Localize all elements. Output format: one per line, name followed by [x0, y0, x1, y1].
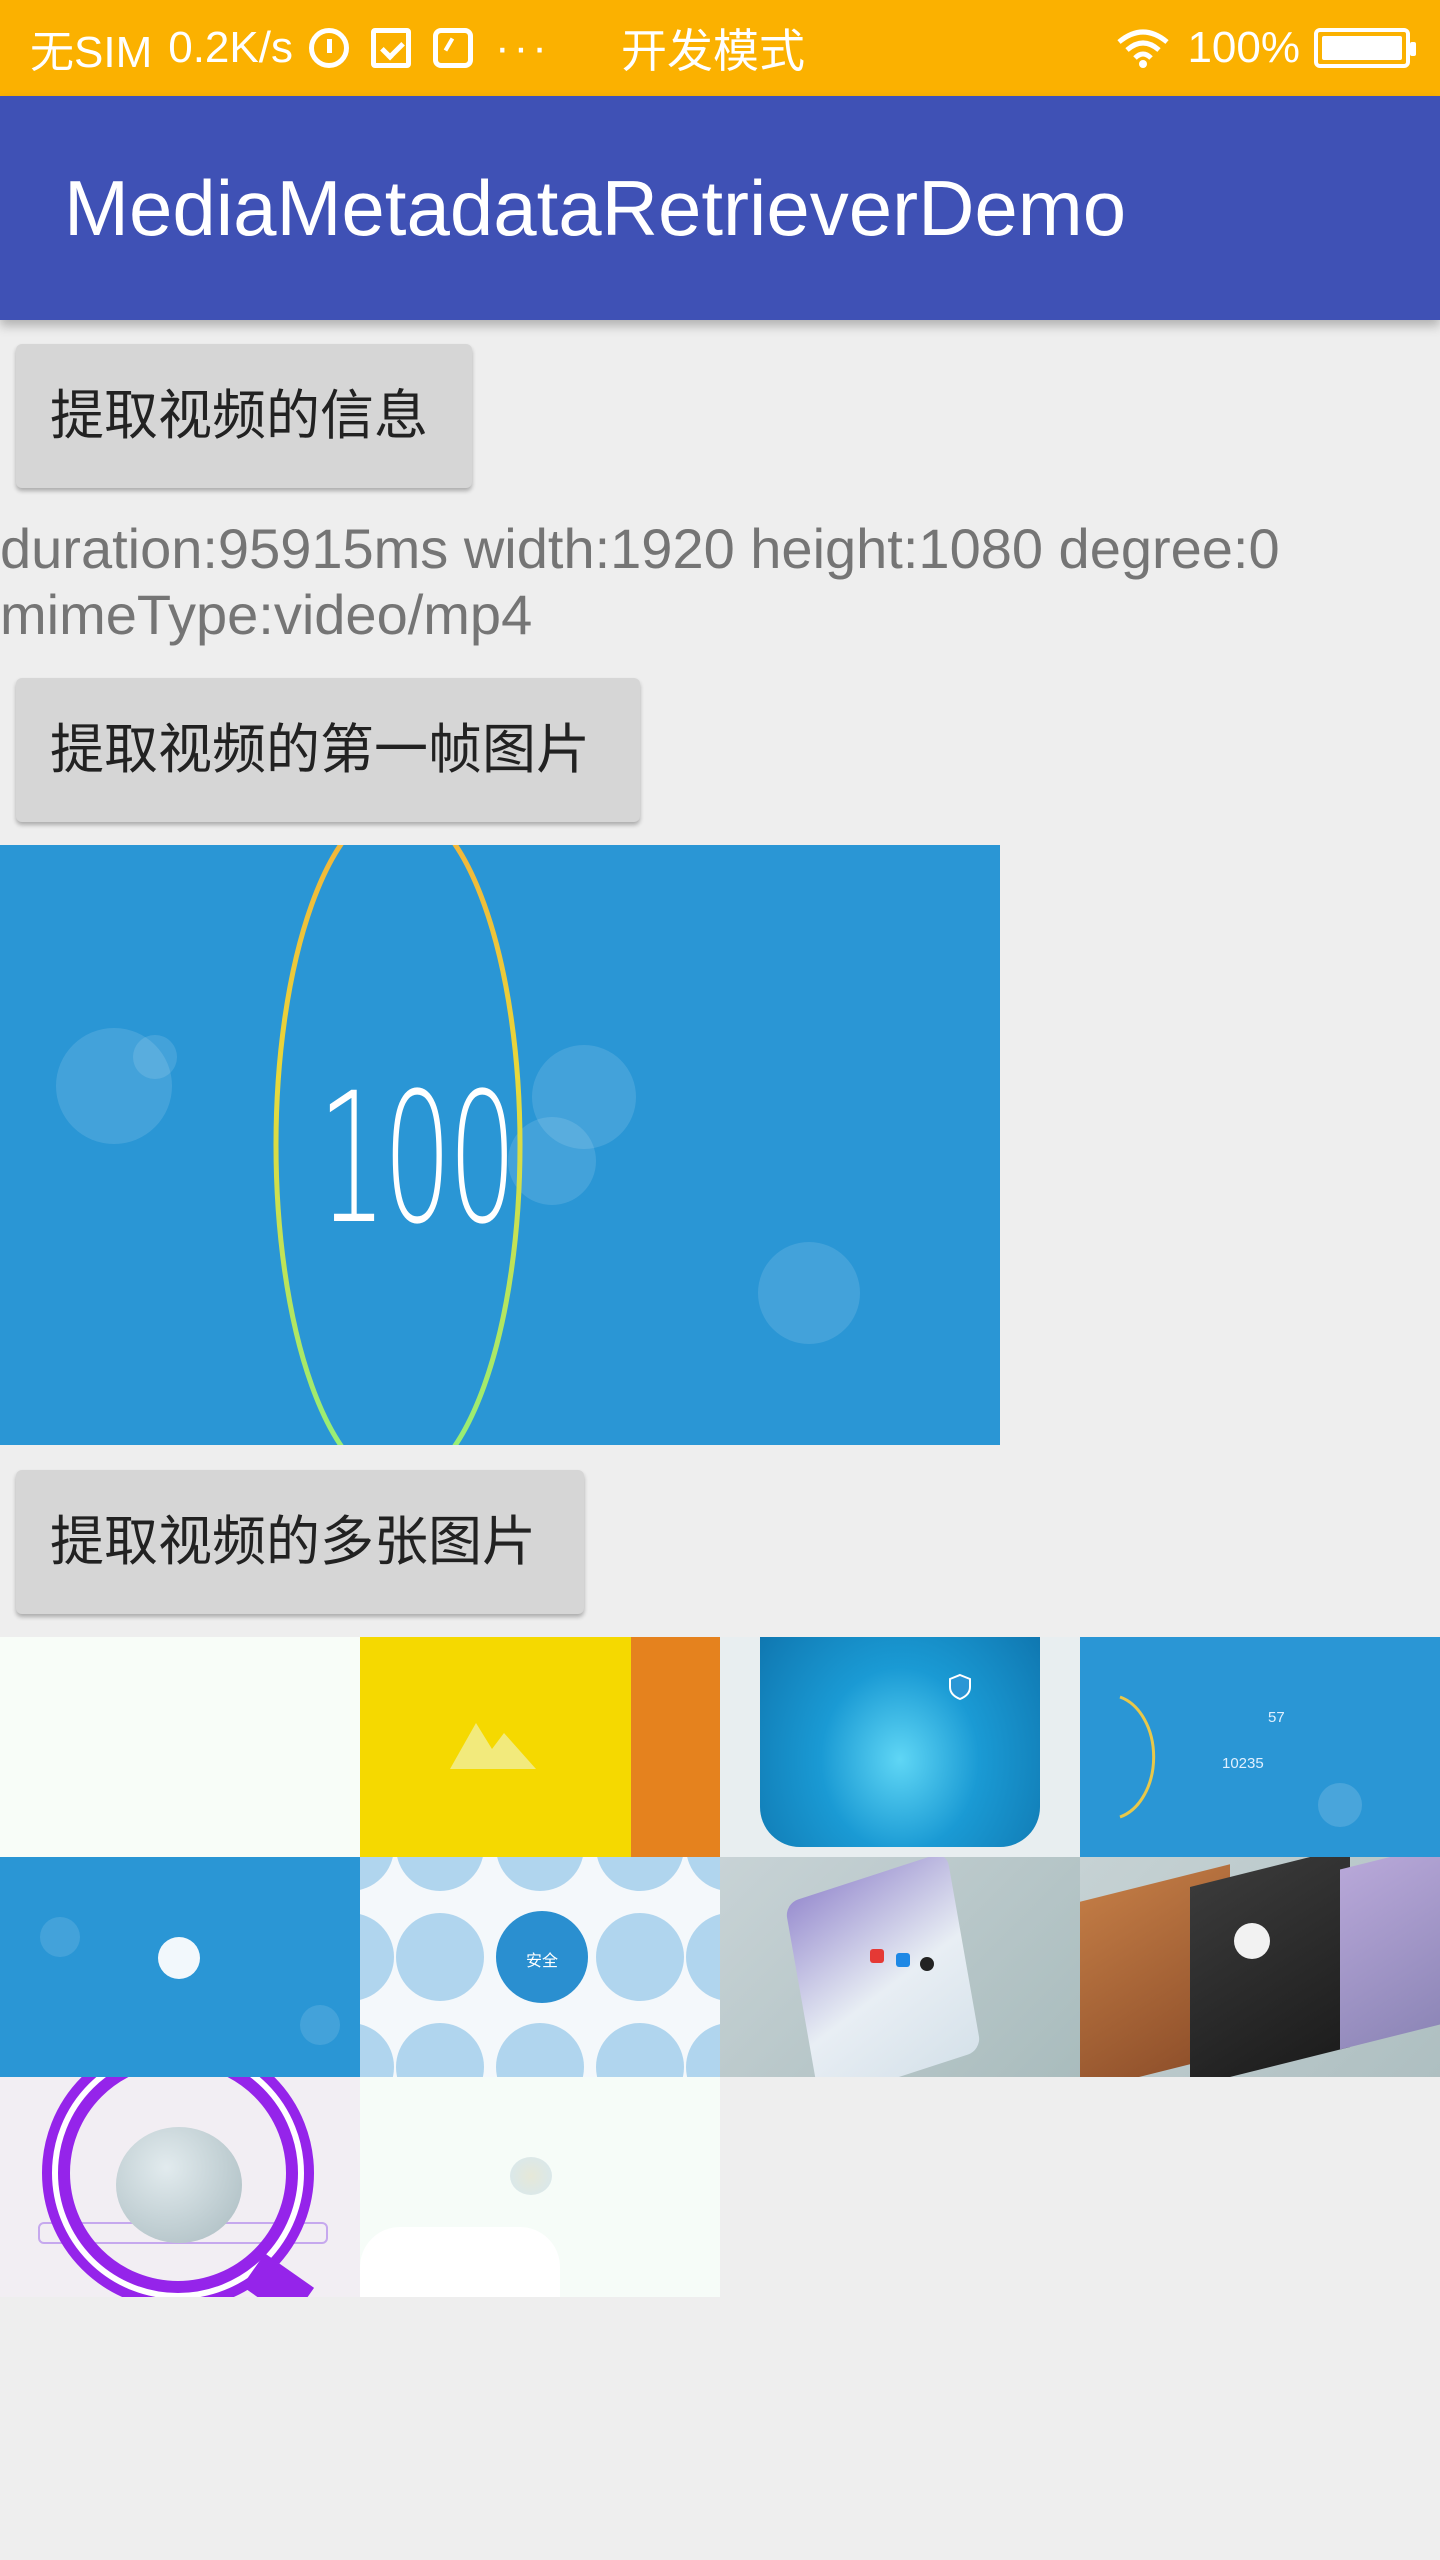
extract-multiple-frames-button[interactable]: 提取视频的多张图片 [16, 1470, 584, 1614]
thumbnail-stat-text: 57 [1268, 1709, 1285, 1726]
mountain-icon [450, 1723, 536, 1769]
thumbnail-6: 安全 [360, 1857, 720, 2077]
shield-icon [949, 1673, 971, 1701]
video-info-line-2: mimeType:video/mp4 [0, 583, 533, 646]
thumbnail-9 [0, 2077, 360, 2297]
extract-info-button[interactable]: 提取视频的信息 [16, 344, 472, 488]
phone-mockup-graphic-2 [1190, 1857, 1350, 2077]
more-notifications-icon: ··· [494, 23, 551, 72]
battery-percent-text: 100% [1187, 23, 1300, 72]
developer-mode-text: 开发模式 [620, 25, 805, 77]
bubble-decoration [300, 2005, 340, 2045]
dot-graphic [158, 1937, 200, 1979]
thumbnail-7 [720, 1857, 1080, 2077]
arc-graphic [1119, 1695, 1362, 1827]
phone-screen-graphic [760, 1637, 1040, 1847]
status-bar-right: 100% [1113, 0, 1416, 96]
thumbnail-1 [0, 1637, 360, 1857]
thumbnail-stat-text-2: 10235 [1222, 1755, 1264, 1772]
wifi-icon [1117, 29, 1170, 68]
battery-icon [1314, 28, 1416, 68]
thumbnail-panel [631, 1637, 720, 1857]
thumbnail-10 [360, 2077, 720, 2297]
thumbnail-4: 57 10235 [1080, 1637, 1440, 1857]
thumbnail-3 [720, 1637, 1080, 1857]
thumbnail-2 [360, 1637, 720, 1857]
bubble-decoration [40, 1917, 80, 1957]
carrier-text: 无SIM [30, 28, 153, 77]
app-icon [896, 1953, 910, 1967]
thumbnail-8 [1080, 1857, 1440, 2077]
extract-first-frame-button[interactable]: 提取视频的第一帧图片 [16, 678, 640, 822]
notes-icon [432, 28, 473, 68]
app-icon [1234, 1923, 1270, 1959]
frame-number-text: 100 [318, 1055, 517, 1264]
video-info-line-1: duration:95915ms width:1920 height:1080 … [0, 517, 1280, 580]
faint-graphic [510, 2157, 552, 2195]
security-badge-text: 安全 [526, 1951, 559, 1970]
app-title: MediaMetadataRetrieverDemo [64, 164, 1127, 252]
thumbnail-5 [0, 1857, 360, 2077]
status-bar-left: 无SIM 0.2K/s ··· 开发模式 [30, 0, 805, 96]
status-bar: 无SIM 0.2K/s ··· 开发模式 100% [0, 0, 1440, 96]
app-icon [920, 1957, 934, 1971]
cloud-graphic [360, 2227, 560, 2297]
sphere-graphic [116, 2127, 242, 2243]
app-bar: MediaMetadataRetrieverDemo [0, 96, 1440, 320]
clipboard-check-icon [370, 28, 411, 68]
alarm-clock-icon [308, 28, 349, 68]
network-speed-text: 0.2K/s [168, 23, 293, 72]
app-icon [870, 1949, 884, 1963]
first-frame-image: 100 [0, 845, 1000, 1445]
phone-mockup-graphic [784, 1857, 982, 2077]
video-info-text: duration:95915ms width:1920 height:1080 … [0, 516, 1440, 648]
phone-mockup-graphic-3 [1340, 1857, 1440, 2050]
